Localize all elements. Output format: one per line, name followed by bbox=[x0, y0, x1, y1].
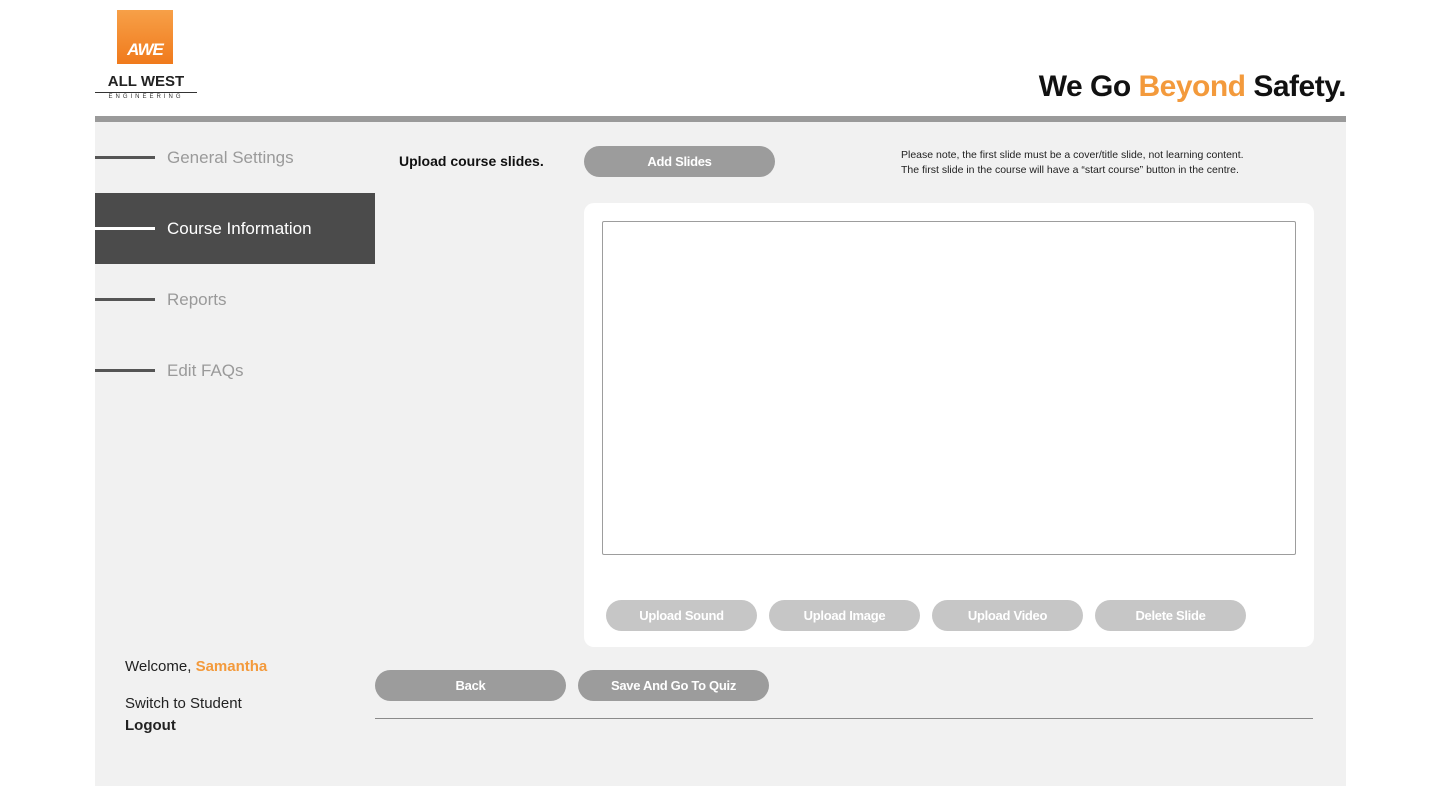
welcome-prefix: Welcome, bbox=[125, 658, 196, 675]
main-panel: General Settings Course Information Repo… bbox=[95, 122, 1346, 786]
upload-sound-button[interactable]: Upload Sound bbox=[606, 600, 757, 631]
company-logo[interactable]: AWE ALL WEST ENGINEERING bbox=[95, 10, 197, 102]
switch-to-student-link[interactable]: Switch to Student bbox=[125, 695, 242, 712]
sidebar-item-label: General Settings bbox=[167, 147, 294, 167]
nav-dash-icon bbox=[95, 227, 155, 230]
save-and-go-to-quiz-button[interactable]: Save And Go To Quiz bbox=[578, 670, 769, 701]
nav-dash-icon bbox=[95, 369, 155, 372]
slide-preview-area[interactable] bbox=[602, 221, 1296, 555]
logo-mark-box: AWE bbox=[117, 10, 173, 64]
logout-link[interactable]: Logout bbox=[125, 717, 176, 734]
sidebar-item-label: Edit FAQs bbox=[167, 360, 244, 380]
logo-company-name: ALL WEST bbox=[107, 73, 185, 90]
bottom-divider bbox=[375, 718, 1313, 719]
sidebar-item-reports[interactable]: Reports bbox=[95, 264, 375, 335]
upload-image-button[interactable]: Upload Image bbox=[769, 600, 920, 631]
logo-mark-text: AWE bbox=[127, 40, 164, 59]
tagline-post: Safety. bbox=[1245, 70, 1346, 103]
slide-editor-card: Upload Sound Upload Image Upload Video D… bbox=[584, 203, 1314, 647]
add-slides-button[interactable]: Add Slides bbox=[584, 146, 775, 177]
username: Samantha bbox=[195, 658, 268, 675]
tagline-accent: Beyond bbox=[1138, 70, 1246, 103]
sidebar-item-general-settings[interactable]: General Settings bbox=[95, 122, 375, 193]
sidebar-item-label: Course Information bbox=[167, 218, 312, 238]
welcome-message: Welcome, Samantha bbox=[125, 658, 267, 675]
tagline: We Go Beyond Safety. bbox=[1038, 70, 1347, 104]
logo-company-sub: ENGINEERING bbox=[95, 92, 197, 100]
slide-note: Please note, the first slide must be a c… bbox=[901, 148, 1321, 178]
nav-dash-icon bbox=[95, 298, 155, 301]
slide-note-line-1: Please note, the first slide must be a c… bbox=[901, 149, 1244, 161]
back-button[interactable]: Back bbox=[375, 670, 566, 701]
sidebar-item-label: Reports bbox=[167, 289, 227, 309]
slide-note-line-2: The first slide in the course will have … bbox=[901, 164, 1239, 176]
upload-video-button[interactable]: Upload Video bbox=[932, 600, 1083, 631]
delete-slide-button[interactable]: Delete Slide bbox=[1095, 600, 1246, 631]
upload-slides-label: Upload course slides. bbox=[399, 153, 544, 169]
sidebar-item-edit-faqs[interactable]: Edit FAQs bbox=[95, 335, 375, 406]
nav-dash-icon bbox=[95, 156, 155, 159]
sidebar-item-course-information[interactable]: Course Information bbox=[95, 193, 375, 264]
tagline-pre: We Go bbox=[1038, 70, 1139, 103]
